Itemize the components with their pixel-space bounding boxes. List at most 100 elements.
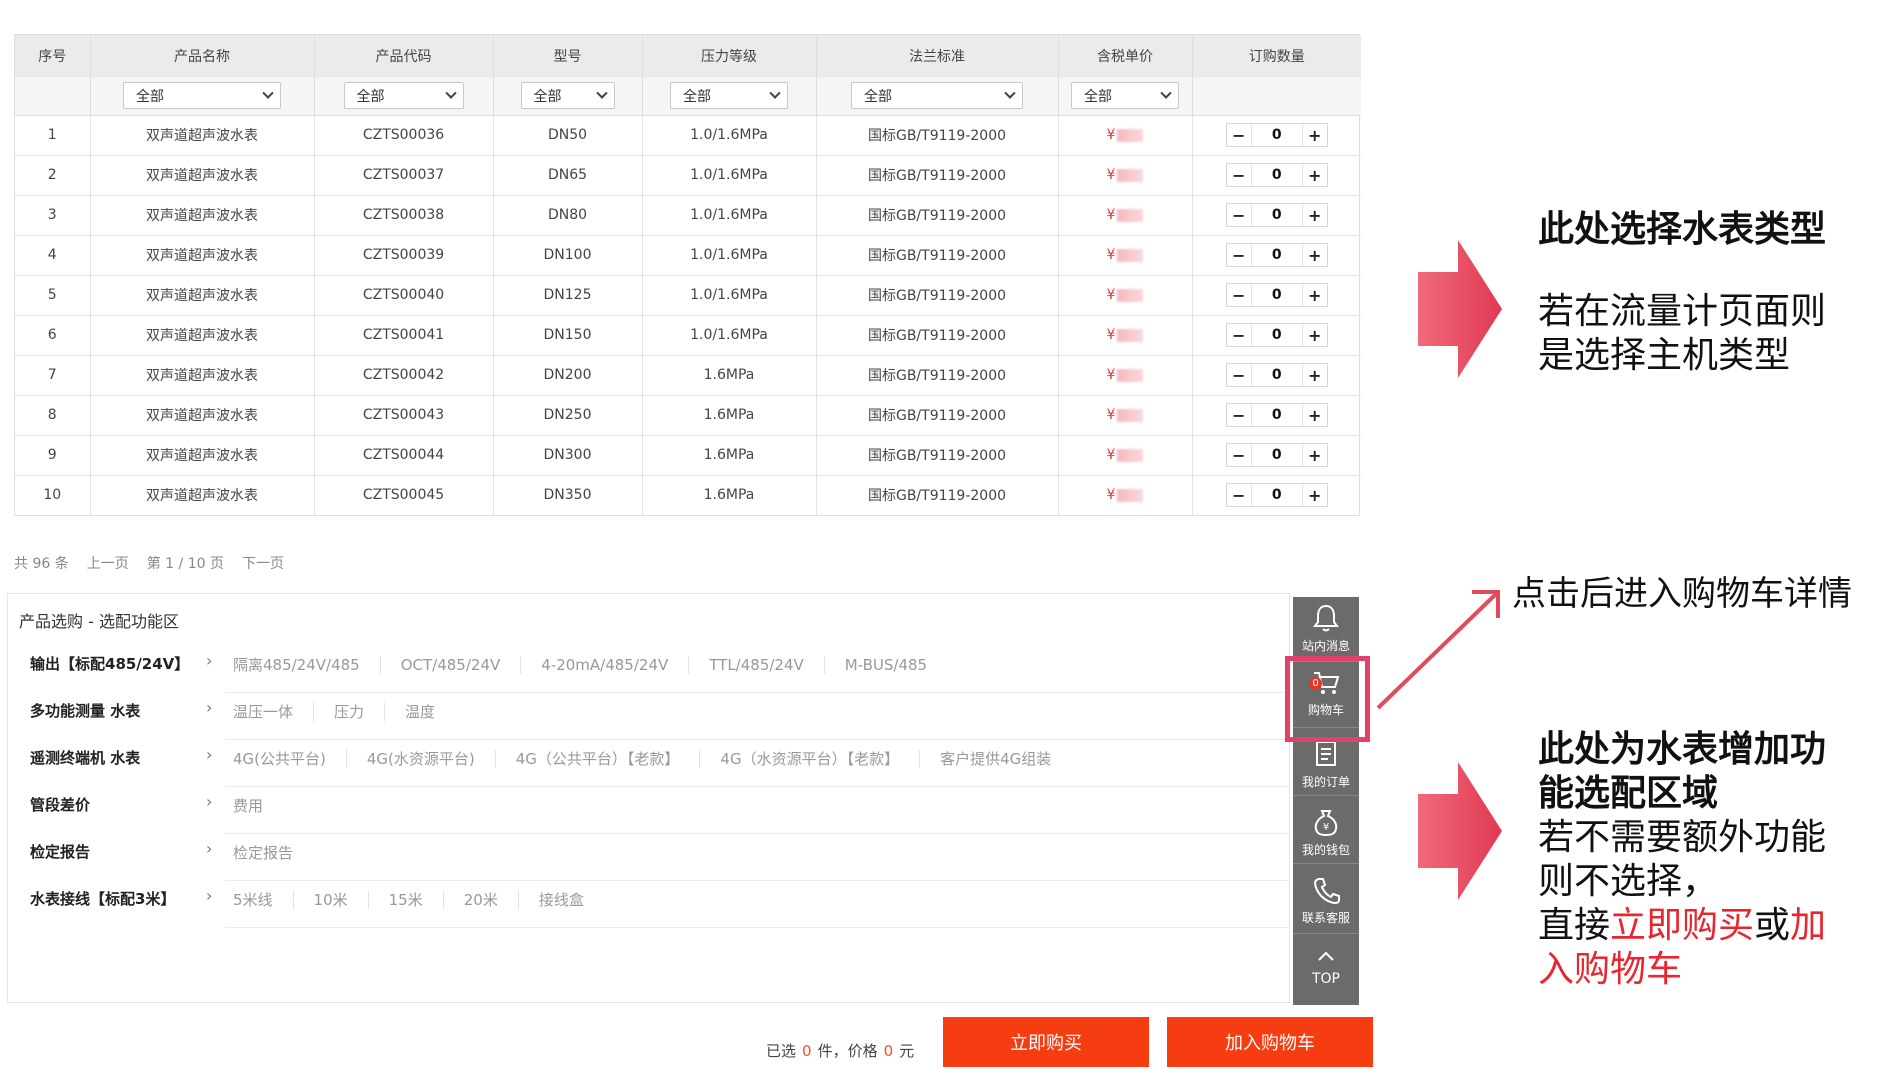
option-item[interactable]: 隔离485/24V/485: [233, 655, 381, 674]
annotation-cart-hint: 点击后进入购物车详情: [1512, 574, 1852, 614]
annotation-meter-type-body: 若在流量计页面则 是选择主机类型: [1538, 290, 1826, 378]
decrement-button[interactable]: −: [1227, 284, 1251, 306]
filter-code-select[interactable]: 全部: [343, 82, 464, 110]
blurred-price: [1117, 128, 1144, 142]
quantity-stepper: −0 +: [1225, 403, 1328, 427]
chevron-right-icon: ›: [206, 698, 213, 717]
table-row: 3 双声道超声波水表 CZTS00038 DN80 1.0/1.6MPa 国标GB/T91…: [15, 195, 1361, 236]
option-item[interactable]: 20米: [464, 890, 519, 909]
increment-button[interactable]: +: [1303, 164, 1327, 186]
table-body: 1 双声道超声波水表 CZTS00036 DN50 1.0/1.6MPa 国标GB/T91…: [15, 115, 1361, 515]
prev-page-link[interactable]: 上一页: [87, 553, 129, 573]
option-item[interactable]: 压力: [334, 702, 386, 721]
filter-standard-select[interactable]: 全部: [851, 82, 1023, 110]
quantity-input[interactable]: 0: [1250, 164, 1303, 186]
option-item[interactable]: 4G(水资源平台): [367, 749, 496, 768]
option-item[interactable]: 5米线: [233, 890, 294, 909]
increment-button[interactable]: +: [1303, 124, 1327, 146]
option-item[interactable]: 4G（水资源平台）【老款】: [720, 749, 921, 768]
quantity-input[interactable]: 0: [1250, 484, 1303, 507]
increment-button[interactable]: +: [1303, 324, 1327, 346]
qty-cell: −0 +: [1192, 315, 1361, 356]
increment-button[interactable]: +: [1303, 284, 1327, 306]
blurred-price: [1117, 448, 1144, 462]
option-item[interactable]: 费用: [233, 797, 283, 815]
pressure-grade-cell: 1.0/1.6MPa: [642, 115, 817, 156]
table-row: 9 双声道超声波水表 CZTS00044 DN300 1.6MPa 国标GB/T9119-…: [15, 435, 1361, 476]
table-row: 5 双声道超声波水表 CZTS00040 DN125 1.0/1.6MPa 国标GB/T9…: [15, 275, 1361, 316]
product-name-cell: 双声道超声波水表: [90, 315, 315, 356]
increment-button[interactable]: +: [1303, 204, 1327, 226]
option-item[interactable]: 4-20mA/485/24V: [541, 655, 690, 674]
option-item[interactable]: 检定报告: [233, 844, 313, 862]
increment-button[interactable]: +: [1303, 484, 1327, 506]
toolbar-service[interactable]: 联系客服: [1293, 875, 1359, 926]
option-item[interactable]: OCT/485/24V: [401, 655, 522, 674]
page-indicator: 第 1 / 10 页: [146, 556, 224, 572]
decrement-button[interactable]: −: [1227, 404, 1251, 426]
next-page-link[interactable]: 下一页: [242, 553, 284, 573]
price-cell: ¥: [1058, 195, 1193, 236]
back-to-top-button[interactable]: TOP: [1293, 945, 1359, 987]
chevron-right-icon: ›: [206, 651, 213, 670]
option-item[interactable]: 温压一体: [233, 702, 315, 721]
bell-icon: [1313, 604, 1339, 632]
option-item[interactable]: 4G(公共平台): [233, 749, 347, 768]
option-item[interactable]: TTL/485/24V: [709, 655, 825, 674]
option-item[interactable]: 15米: [389, 890, 444, 909]
filter-name-select[interactable]: 全部: [123, 82, 281, 110]
add-to-cart-button[interactable]: 加入购物车: [1167, 1017, 1373, 1067]
flange-standard-cell: 国标GB/T9119-2000: [816, 355, 1059, 396]
increment-button[interactable]: +: [1303, 404, 1327, 426]
product-table: 序号 产品名称 产品代码 型号 压力等级 法兰标准 含税单价 订购数量 全部 全…: [15, 35, 1361, 515]
toolbar-wallet[interactable]: ¥ 我的钱包: [1293, 807, 1359, 858]
quantity-stepper: −0 +: [1225, 483, 1328, 508]
decrement-button[interactable]: −: [1227, 364, 1251, 386]
option-item[interactable]: 客户提供4G组装: [940, 750, 1071, 768]
col-header-name: 产品名称: [90, 35, 315, 77]
option-group-label: 检定报告: [30, 843, 91, 861]
quantity-input[interactable]: 0: [1250, 204, 1303, 226]
toolbar-messages[interactable]: 站内消息: [1293, 603, 1359, 654]
decrement-button[interactable]: −: [1227, 244, 1251, 266]
toolbar-orders-label: 我的订单: [1301, 775, 1350, 789]
quantity-input[interactable]: 0: [1250, 444, 1303, 466]
option-item[interactable]: 温度: [405, 703, 455, 721]
quantity-input[interactable]: 0: [1250, 284, 1303, 306]
increment-button[interactable]: +: [1303, 364, 1327, 386]
decrement-button[interactable]: −: [1227, 204, 1251, 226]
filter-pressure-select[interactable]: 全部: [670, 82, 788, 110]
option-item[interactable]: M-BUS/485: [845, 656, 947, 674]
decrement-button[interactable]: −: [1227, 124, 1251, 146]
pressure-grade-cell: 1.0/1.6MPa: [642, 275, 817, 316]
pressure-grade-cell: 1.0/1.6MPa: [642, 155, 817, 196]
annotation-arrow-right: [1418, 762, 1502, 900]
product-code-cell: CZTS00039: [314, 235, 494, 276]
filter-model-select[interactable]: 全部: [520, 82, 615, 110]
quantity-input[interactable]: 0: [1250, 364, 1303, 386]
increment-button[interactable]: +: [1303, 244, 1327, 266]
col-header-standard: 法兰标准: [816, 35, 1059, 77]
toolbar-orders[interactable]: 我的订单: [1293, 739, 1359, 790]
option-item[interactable]: 4G（公共平台）【老款】: [516, 749, 701, 768]
decrement-button[interactable]: −: [1227, 444, 1251, 466]
filter-price-select[interactable]: 全部: [1071, 82, 1179, 110]
annotation-line: 是选择主机类型: [1538, 335, 1791, 376]
buy-now-button[interactable]: 立即购买: [943, 1017, 1149, 1067]
quantity-input[interactable]: 0: [1250, 404, 1303, 426]
price-cell: ¥: [1058, 155, 1193, 196]
decrement-button[interactable]: −: [1227, 324, 1251, 346]
decrement-button[interactable]: −: [1227, 164, 1251, 186]
quantity-input[interactable]: 0: [1250, 244, 1303, 266]
increment-button[interactable]: +: [1303, 444, 1327, 466]
quantity-input[interactable]: 0: [1250, 324, 1303, 346]
option-item[interactable]: 接线盒: [539, 891, 604, 909]
table-row: 8 双声道超声波水表 CZTS00043 DN250 1.6MPa 国标GB/T9119-…: [15, 395, 1361, 436]
price-symbol: ¥: [1106, 327, 1116, 343]
decrement-button[interactable]: −: [1227, 484, 1251, 506]
qty-cell: −0 +: [1192, 155, 1361, 196]
quantity-input[interactable]: 0: [1250, 124, 1303, 146]
chevron-down-icon: [595, 87, 608, 99]
option-group-label: 输出【标配485/24V】: [30, 655, 190, 673]
option-item[interactable]: 10米: [314, 890, 369, 909]
